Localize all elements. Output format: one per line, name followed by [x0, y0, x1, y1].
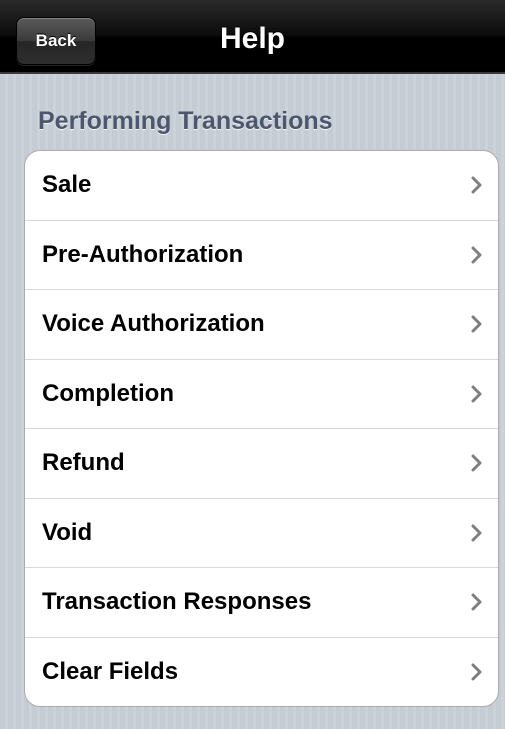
chevron-right-icon	[471, 385, 482, 403]
help-screen: Back Help Performing Transactions Sale P…	[0, 0, 505, 729]
help-topics-list: Sale Pre-Authorization Voice Authorizati…	[24, 150, 499, 707]
chevron-right-icon	[471, 315, 482, 333]
list-item-label: Clear Fields	[42, 658, 179, 686]
list-item-refund[interactable]: Refund	[25, 429, 498, 499]
list-item-transaction-responses[interactable]: Transaction Responses	[25, 568, 498, 638]
list-item-label: Completion	[42, 379, 174, 407]
list-item-label: Refund	[42, 449, 125, 477]
chevron-right-icon	[471, 663, 482, 681]
chevron-right-icon	[471, 176, 482, 194]
chevron-right-icon	[471, 593, 482, 611]
page-title: Help	[219, 22, 285, 55]
chevron-right-icon	[471, 454, 482, 472]
list-item-clear-fields[interactable]: Clear Fields	[25, 638, 498, 707]
chevron-right-icon	[471, 524, 482, 542]
list-item-voice-authorization[interactable]: Voice Authorization	[25, 290, 498, 360]
back-button[interactable]: Back	[16, 17, 96, 65]
list-item-pre-authorization[interactable]: Pre-Authorization	[25, 221, 498, 290]
list-item-label: Voice Authorization	[42, 310, 265, 338]
list-item-void[interactable]: Void	[25, 499, 498, 568]
list-item-label: Pre-Authorization	[42, 240, 244, 268]
list-item-label: Transaction Responses	[42, 588, 312, 616]
chevron-right-icon	[471, 246, 482, 264]
list-item-label: Sale	[42, 171, 92, 199]
navigation-bar: Back Help	[0, 0, 505, 74]
list-item-sale[interactable]: Sale	[25, 151, 498, 221]
section-header: Performing Transactions	[38, 106, 333, 135]
list-item-completion[interactable]: Completion	[25, 360, 498, 429]
list-item-label: Void	[42, 518, 93, 546]
